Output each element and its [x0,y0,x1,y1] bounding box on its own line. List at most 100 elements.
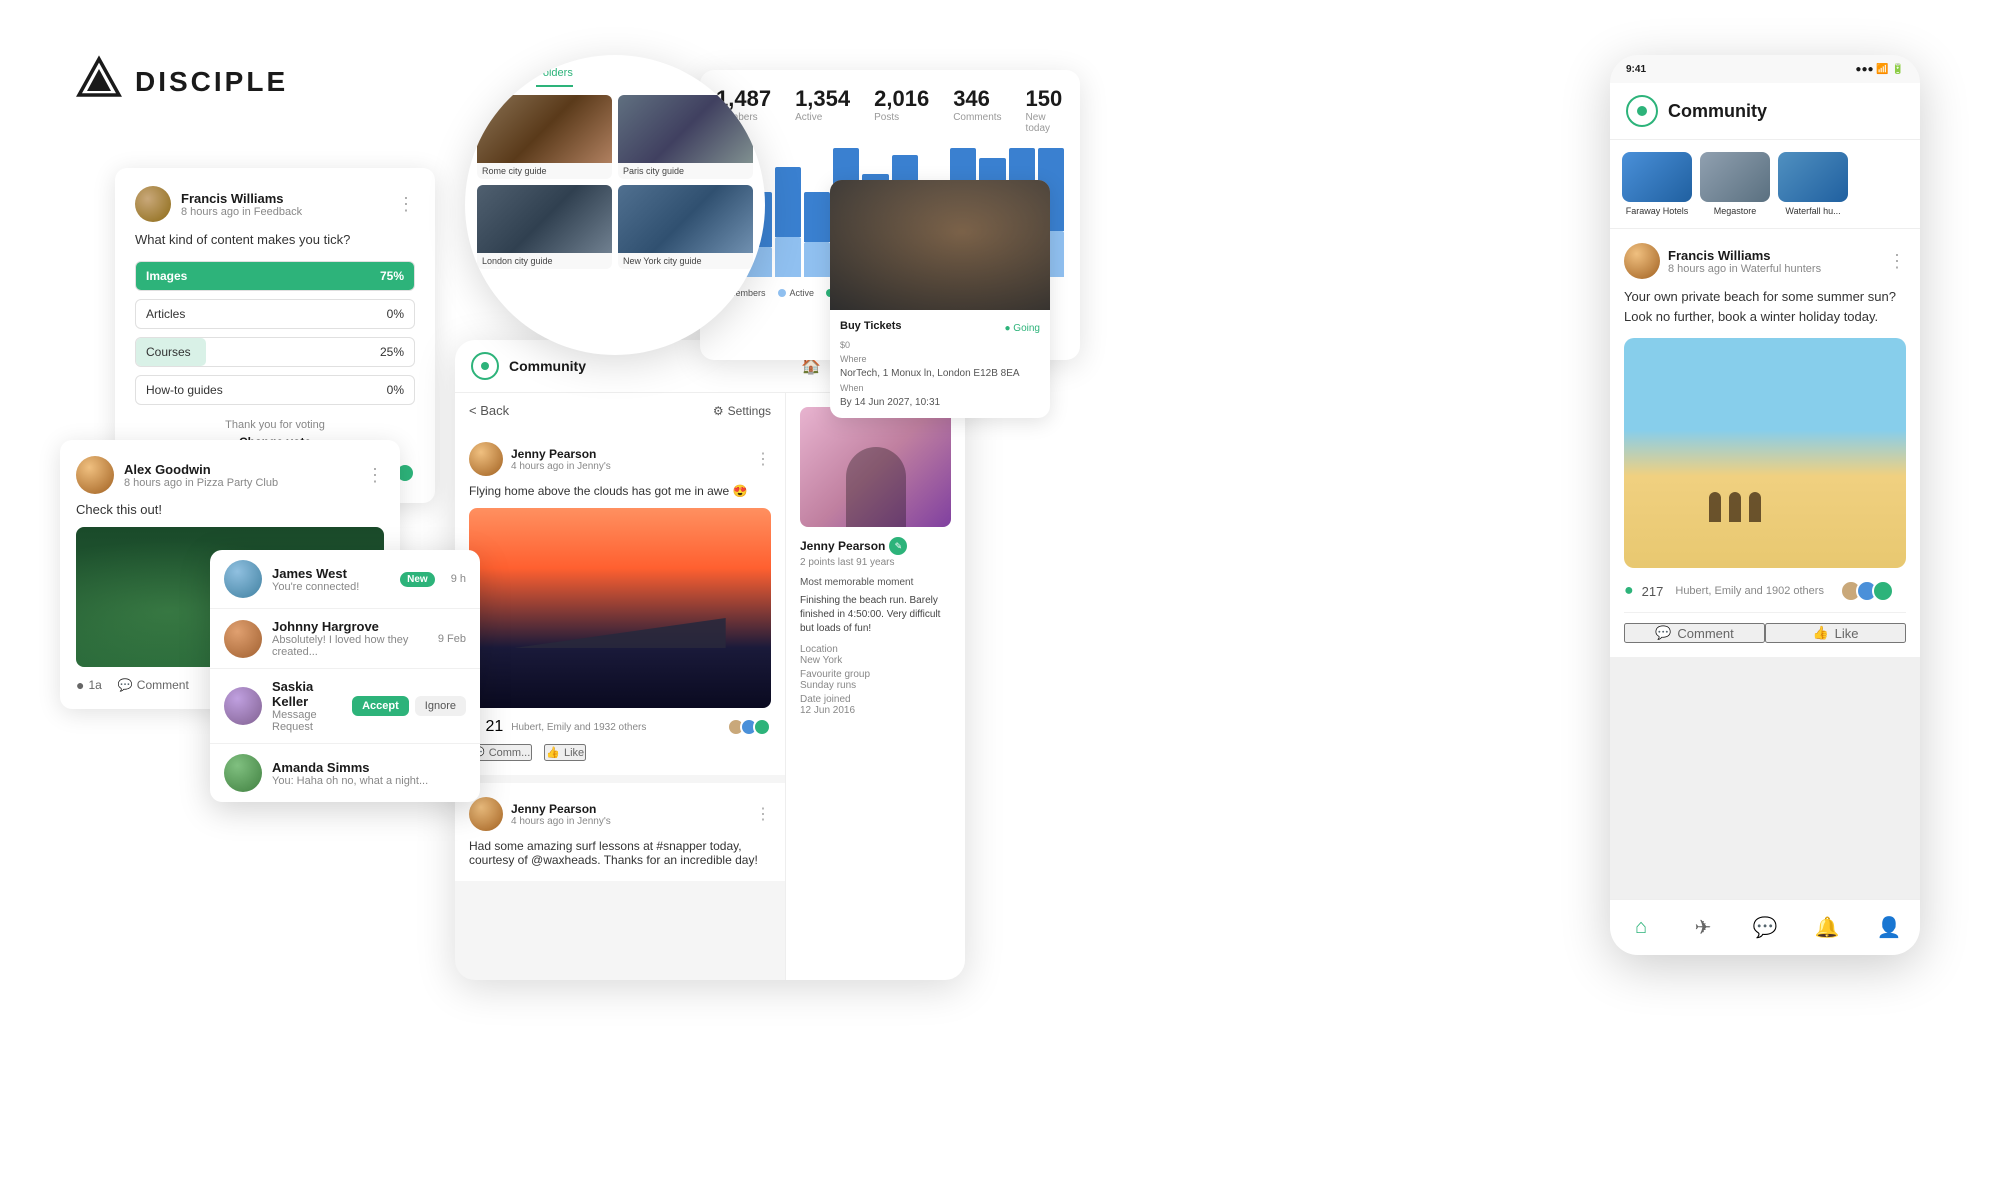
tablet-post2-header: Jenny Pearson 4 hours ago in Jenny's ⋮ [469,797,771,831]
story-label-faraway: Faraway Hotels [1622,206,1692,216]
mobile-nav-bell[interactable]: 🔔 [1796,915,1858,940]
poll-header: Francis Williams 8 hours ago in Feedback… [135,186,415,222]
mobile-post-menu[interactable]: ⋮ [1888,251,1906,272]
mobile-nav-explore[interactable]: ✈ [1672,915,1734,940]
mobile-community-name: Community [1668,101,1767,122]
post-user-time: 8 hours ago in Pizza Party Club [124,477,278,489]
connection-item-johnny: Johnny Hargrove Absolutely! I loved how … [210,609,480,669]
poll-menu-icon[interactable]: ⋮ [397,194,415,215]
profile-location: Location New York [800,644,951,666]
tablet-post1-menu[interactable]: ⋮ [755,449,771,469]
poll-option-courses[interactable]: Courses25% [135,337,415,367]
story-label-megastore: Megastore [1700,206,1770,216]
tablet-post-1: Jenny Pearson 4 hours ago in Jenny's ⋮ F… [455,428,785,775]
conn-badge-james: New [400,572,435,587]
reaction-emoji: ● [76,677,84,693]
folder-ny[interactable]: New York city guide [618,185,753,269]
connections-panel: James West You're connected! New 9 h Joh… [210,550,480,802]
mobile-stories: Faraway Hotels Megastore Waterfall hu... [1610,140,1920,229]
beach-person-3 [1749,492,1761,522]
event-where-value: NorTech, 1 Monux ln, London E12B 8EA [840,368,1040,379]
tablet-post2-menu[interactable]: ⋮ [755,804,771,824]
airplane-photo [469,508,771,708]
event-buy-tickets[interactable]: Buy Tickets [840,320,902,332]
profile-edit-icon[interactable]: ✎ [889,537,907,555]
stat-346: 346 Comments [953,86,1001,134]
tablet-post2-text: Had some amazing surf lessons at #snappe… [469,839,771,867]
comment-button[interactable]: 💬 Comment [118,678,189,692]
beach-person-1 [1709,492,1721,522]
event-when-value: By 14 Jun 2027, 10:31 [840,397,1040,408]
tab-general[interactable]: General [481,67,520,87]
chart-bar-3 [775,148,801,278]
conn-date-johnny: 9 Feb [438,633,466,645]
ignore-button[interactable]: Ignore [415,696,466,716]
conn-sub-johnny: Absolutely! I loved how they created... [272,634,428,658]
story-megastore[interactable]: Megastore [1700,152,1770,216]
tab-folders[interactable]: Folders [536,67,573,87]
stat-1354-label: Active [795,112,850,123]
folder-rome[interactable]: Rome city guide [477,95,612,179]
tablet-like-button[interactable]: 👍 Like [544,744,586,761]
analytics-stats-row: 1,487 Members 1,354 Active 2,016 Posts 3… [716,86,1064,134]
tablet-post1-name: Jenny Pearson [511,447,611,461]
mobile-nav-home[interactable]: ⌂ [1610,916,1672,939]
poll-option-images[interactable]: Images75% [135,261,415,291]
folder-paris[interactable]: Paris city guide [618,95,753,179]
mobile-reaction-avatars [1840,580,1894,602]
event-going: ● Going [1004,323,1040,334]
mobile-ui: 9:41 ●●● 📶 🔋 Community Faraway Hotels Me… [1610,55,1920,955]
mobile-comment-button[interactable]: 💬 Comment [1624,623,1765,643]
event-where-label: Where [840,354,1040,364]
post-user-name: Alex Goodwin [124,462,278,477]
folder-london[interactable]: London city guide [477,185,612,269]
tablet-settings-button[interactable]: ⚙ Settings [713,404,771,418]
folder-rome-label: Rome city guide [477,163,612,179]
tablet-logo-circle [471,352,499,380]
stat-1354-value: 1,354 [795,86,850,112]
conn-info-johnny: Johnny Hargrove Absolutely! I loved how … [272,619,428,658]
conn-name-amanda: Amanda Simms [272,760,466,775]
mobile-like-label: Like [1835,626,1859,641]
mobile-reaction-icon: ● [1624,582,1634,600]
explore-icon: ✈ [1695,915,1712,940]
poll-option-images-label: Images75% [146,269,404,283]
profile-photo-inner [800,407,951,527]
tablet-back-button[interactable]: < Back [469,403,509,418]
profile-name: Jenny Pearson [800,539,885,553]
conn-avatar-james [224,560,262,598]
profile-joined-label: Date joined [800,694,851,705]
profile-joined-value: 12 Jun 2016 [800,705,855,716]
tablet-reaction-avatars [727,718,771,736]
poll-user-time: 8 hours ago in Feedback [181,206,387,218]
mobile-post-name: Francis Williams [1668,248,1821,263]
story-waterfall[interactable]: Waterfall hu... [1778,152,1848,216]
mobile-post-user-info: Francis Williams 8 hours ago in Waterful… [1668,248,1821,275]
mobile-reaction-users: Hubert, Emily and 1902 others [1675,585,1824,597]
story-faraway[interactable]: Faraway Hotels [1622,152,1692,216]
accept-button[interactable]: Accept [352,696,409,716]
post-menu-icon[interactable]: ⋮ [366,465,384,486]
settings-icon: ⚙ [713,404,724,418]
tablet-post2-avatar [469,797,503,831]
tablet-reaction-users: Hubert, Emily and 1932 others [511,722,646,733]
tablet-back-bar: < Back ⚙ Settings [455,393,785,428]
mobile-nav-profile[interactable]: 👤 [1858,915,1920,940]
mobile-nav-chat[interactable]: 💬 [1734,915,1796,940]
mobile-post: Francis Williams 8 hours ago in Waterful… [1610,229,1920,657]
story-label-waterfall: Waterfall hu... [1778,206,1848,216]
mobile-like-icon: 👍 [1812,625,1828,641]
poll-option-howto[interactable]: How-to guides0% [135,375,415,405]
conn-avatar-saskia [224,687,262,725]
poll-option-articles[interactable]: Articles0% [135,299,415,329]
profile-points: 2 points last 91 years [800,557,951,568]
story-thumb-megastore [1700,152,1770,202]
mobile-header: Community [1610,83,1920,140]
legend-active: Active [778,288,815,298]
conn-name-saskia: Saskia Keller [272,679,342,709]
mobile-post-avatar [1624,243,1660,279]
mobile-logo-dot [1637,106,1647,116]
folder-paris-image [618,95,753,163]
airplane-wing [514,618,725,648]
mobile-like-button[interactable]: 👍 Like [1765,623,1906,643]
